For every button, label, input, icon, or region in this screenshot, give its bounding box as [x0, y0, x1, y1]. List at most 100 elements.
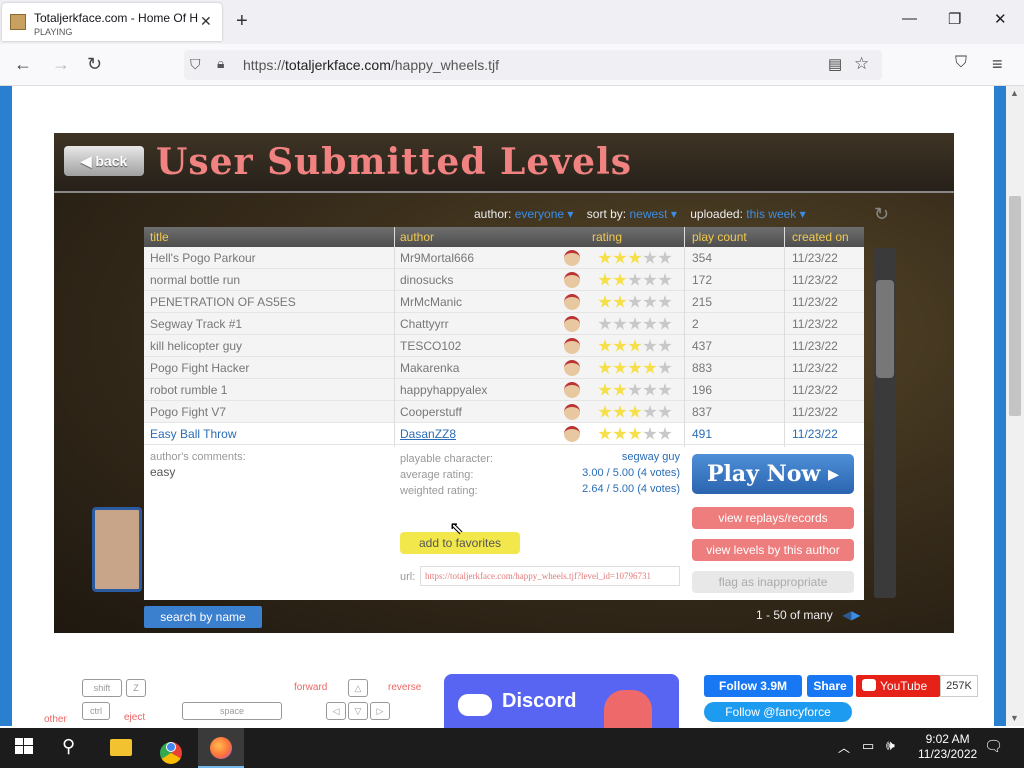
comments-label: author's comments: [150, 451, 246, 463]
show-hidden-icons-icon[interactable]: ︿ [838, 739, 850, 756]
youtube-subscriber-count: 257K [940, 675, 978, 697]
level-title[interactable]: Hell's Pogo Parkour [150, 251, 256, 265]
column-title[interactable]: title [150, 230, 169, 244]
levels-scrollbar[interactable] [874, 248, 896, 598]
table-row[interactable]: PENETRATION OF AS5ES MrMcManic 215 11/23/22 [144, 291, 864, 313]
facebook-follow-button[interactable]: Follow 3.9M [704, 675, 802, 697]
forward-arrow-icon[interactable]: → [52, 54, 70, 75]
level-title[interactable]: normal bottle run [150, 273, 240, 287]
close-window-icon[interactable]: ✕ [994, 10, 1007, 28]
menu-icon[interactable]: ≡ [992, 54, 1003, 75]
column-author[interactable]: author [400, 230, 434, 244]
maximize-icon[interactable]: ❐ [948, 10, 961, 28]
firefox-taskbar-item[interactable] [198, 728, 244, 768]
author-filter-dropdown[interactable]: everyone ▾ [515, 207, 574, 221]
prev-page-icon[interactable]: ◀ [842, 608, 851, 622]
level-author[interactable]: happyhappyalex [400, 383, 487, 397]
facebook-share-button[interactable]: Share [807, 675, 853, 697]
level-author[interactable]: TESCO102 [400, 339, 461, 353]
scroll-up-icon[interactable]: ▲ [1010, 88, 1019, 98]
chrome-icon[interactable] [160, 736, 184, 764]
star-icon [658, 317, 672, 330]
table-row[interactable]: kill helicopter guy TESCO102 437 11/23/22 [144, 335, 864, 357]
tab-bar: Totaljerkface.com - Home Of H PLAYING ✕ … [0, 0, 1024, 44]
url-path: /happy_wheels.tjf [390, 57, 500, 73]
bookmark-star-icon[interactable]: ☆ [854, 54, 869, 74]
pocket-icon[interactable]: ⛉ [955, 54, 967, 72]
level-title[interactable]: Pogo Fight Hacker [150, 361, 249, 375]
star-icon [628, 361, 642, 374]
reload-icon[interactable]: ↻ [87, 54, 102, 75]
search-by-name-button[interactable]: search by name [144, 606, 262, 628]
star-icon [628, 273, 642, 286]
taskbar-clock[interactable]: 9:02 AM 11/23/2022 [918, 732, 977, 762]
volume-icon[interactable]: 🕪︎ [886, 737, 895, 754]
close-tab-icon[interactable]: ✕ [200, 13, 212, 30]
level-author[interactable]: Cooperstuff [400, 405, 462, 419]
uploaded-filter-dropdown[interactable]: this week ▾ [746, 207, 805, 221]
rating-stars [598, 339, 674, 353]
flag-inappropriate-button[interactable]: flag as inappropriate [692, 571, 854, 593]
browser-tab[interactable]: Totaljerkface.com - Home Of H PLAYING ✕ [2, 3, 222, 41]
lock-icon[interactable]: 🔒︎ [217, 55, 224, 72]
star-icon [613, 361, 627, 374]
levels-scroll-thumb[interactable] [876, 280, 894, 378]
level-url-field[interactable]: https://totaljerkface.com/happy_wheels.t… [420, 566, 680, 586]
star-icon [628, 383, 642, 396]
notifications-icon[interactable]: 🗨︎ [984, 737, 1003, 755]
address-bar[interactable]: ⛉ 🔒︎ https://totaljerkface.com/happy_whe… [184, 50, 882, 80]
table-row[interactable]: Hell's Pogo Parkour Mr9Mortal666 354 11/23/… [144, 247, 864, 269]
table-row[interactable]: robot rumble 1 happyhappyalex 196 11/23/22 [144, 379, 864, 401]
level-author[interactable]: DasanZZ8 [400, 427, 456, 441]
column-play-count[interactable]: play count [692, 230, 747, 244]
star-icon [658, 251, 672, 264]
back-arrow-icon[interactable]: ← [14, 54, 32, 75]
level-title[interactable]: Pogo Fight V7 [150, 405, 226, 419]
star-icon [628, 251, 642, 264]
scroll-down-icon[interactable]: ▼ [1010, 713, 1019, 723]
level-title[interactable]: PENETRATION OF AS5ES [150, 295, 296, 309]
new-tab-icon[interactable]: + [236, 10, 248, 33]
table-row[interactable]: Segway Track #1 Chattyyrr 2 11/23/22 [144, 313, 864, 335]
level-title[interactable]: Segway Track #1 [150, 317, 242, 331]
character-value: segway guy [621, 451, 680, 463]
level-title[interactable]: kill helicopter guy [150, 339, 242, 353]
discord-banner[interactable]: Discord [444, 674, 679, 734]
next-page-icon[interactable]: ▶ [851, 608, 860, 622]
back-button[interactable]: ◀ back [64, 146, 144, 176]
game-canvas[interactable]: ◀ back User Submitted Levels author: eve… [54, 133, 954, 633]
windows-start-icon[interactable] [14, 736, 38, 760]
sort-filter-dropdown[interactable]: newest ▾ [629, 207, 676, 221]
reader-view-icon[interactable]: ▤ [828, 55, 842, 73]
weighted-rating-value: 2.64 / 5.00 (4 votes) [582, 483, 680, 495]
view-replays-button[interactable]: view replays/records [692, 507, 854, 529]
page-scroll-thumb[interactable] [1009, 196, 1021, 416]
table-row[interactable]: normal bottle run dinosucks 172 11/23/22 [144, 269, 864, 291]
minimize-icon[interactable]: — [902, 10, 917, 27]
level-author[interactable]: dinosucks [400, 273, 453, 287]
tab-status: PLAYING [34, 27, 73, 37]
table-row[interactable]: Easy Ball Throw DasanZZ8 491 11/23/22 [144, 423, 864, 445]
refresh-icon[interactable]: ↻ [874, 204, 889, 225]
column-created-on[interactable]: created on [792, 230, 849, 244]
column-rating[interactable]: rating [592, 230, 622, 244]
file-explorer-icon[interactable] [110, 736, 134, 760]
star-icon [598, 383, 612, 396]
level-title[interactable]: robot rumble 1 [150, 383, 227, 397]
twitter-follow-button[interactable]: Follow @fancyforce [704, 702, 852, 722]
url-text[interactable]: https://totaljerkface.com/happy_wheels.t… [243, 57, 499, 73]
level-author[interactable]: Chattyyrr [400, 317, 449, 331]
level-author[interactable]: MrMcManic [400, 295, 462, 309]
page-scrollbar[interactable]: ▲ ▼ [1006, 86, 1024, 726]
view-author-levels-button[interactable]: view levels by this author [692, 539, 854, 561]
play-now-button[interactable]: Play Now ▸ [692, 454, 854, 494]
network-icon[interactable]: ▭ [862, 738, 874, 754]
level-title[interactable]: Easy Ball Throw [150, 427, 236, 441]
character-avatar-icon [564, 360, 580, 376]
level-author[interactable]: Makarenka [400, 361, 459, 375]
tracking-shield-icon[interactable]: ⛉ [190, 56, 201, 73]
search-icon[interactable]: ⚲ [62, 736, 86, 760]
table-row[interactable]: Pogo Fight V7 Cooperstuff 837 11/23/22 [144, 401, 864, 423]
level-author[interactable]: Mr9Mortal666 [400, 251, 474, 265]
table-row[interactable]: Pogo Fight Hacker Makarenka 883 11/23/22 [144, 357, 864, 379]
